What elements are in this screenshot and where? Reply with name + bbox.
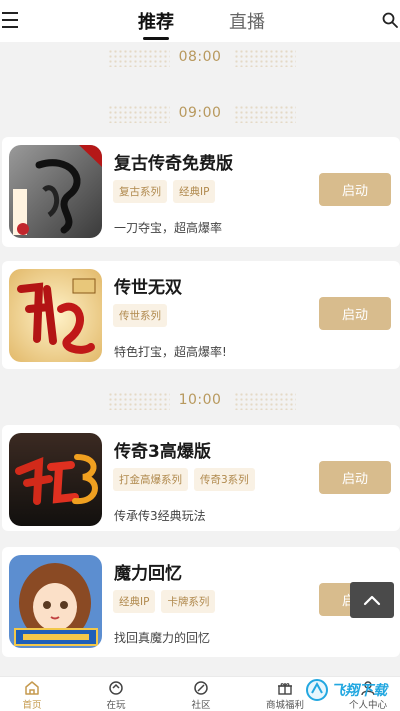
game-card[interactable]: 复古传奇免费版 复古系列 经典IP 一刀夺宝，超高爆率 启动 — [2, 137, 400, 247]
nav-label: 在玩 — [106, 700, 126, 711]
search-icon[interactable] — [382, 12, 398, 28]
tag-list: 复古系列 经典IP — [113, 180, 216, 203]
game-tag: 卡牌系列 — [161, 590, 216, 613]
game-title: 传世无双 — [114, 278, 182, 298]
time-label: 08:00 — [178, 49, 222, 65]
anime-girl-game-icon[interactable] — [9, 555, 102, 648]
dots-decoration — [234, 105, 296, 123]
game-title: 魔力回忆 — [114, 564, 182, 584]
time-divider: 09:00 — [0, 99, 400, 129]
time-divider: 10:00 — [0, 386, 400, 416]
tab-active-indicator — [143, 37, 169, 40]
game-description: 找回真魔力的回忆 — [114, 631, 211, 645]
game-card[interactable]: 传奇3高爆版 打金高爆系列 传奇3系列 传承传3经典玩法 启动 — [2, 425, 400, 531]
time-label: 09:00 — [178, 105, 222, 121]
watermark-icon — [306, 679, 328, 701]
top-header: 推荐 直播 — [0, 0, 400, 42]
chevron-up-icon — [363, 595, 381, 606]
time-label: 10:00 — [178, 392, 222, 408]
nav-community[interactable]: 社区 — [171, 680, 231, 711]
watermark-text: 飞翔下载 — [331, 683, 387, 699]
game-tag: 复古系列 — [113, 180, 167, 203]
dragon-game-icon[interactable] — [9, 145, 102, 238]
game-tag: 传奇3系列 — [194, 468, 255, 491]
tag-list: 打金高爆系列 传奇3系列 — [113, 468, 255, 491]
game-description: 特色打宝，超高爆率! — [114, 345, 227, 359]
game-title: 传奇3高爆版 — [114, 442, 211, 462]
game-card[interactable]: 魔力回忆 经典IP 卡牌系列 找回真魔力的回忆 启动 — [2, 547, 400, 657]
game-card[interactable]: 传世无双 传世系列 特色打宝，超高爆率! 启动 — [2, 261, 400, 369]
chuanshi-game-icon[interactable] — [9, 269, 102, 362]
launch-button[interactable]: 启动 — [319, 297, 391, 330]
launch-button[interactable]: 启动 — [319, 173, 391, 206]
game-title: 复古传奇免费版 — [114, 154, 233, 174]
launch-button[interactable]: 启动 — [319, 461, 391, 494]
tag-list: 传世系列 — [113, 304, 167, 327]
dots-decoration — [234, 392, 296, 410]
game-tag: 经典IP — [173, 180, 216, 203]
nav-home[interactable]: 首页 — [2, 680, 62, 711]
time-divider: 08:00 — [0, 43, 400, 73]
back-to-top-button[interactable] — [350, 582, 394, 618]
tab-live[interactable]: 直播 — [229, 8, 265, 34]
game-description: 一刀夺宝，超高爆率 — [114, 221, 223, 235]
playing-icon — [109, 681, 123, 695]
gift-icon — [278, 683, 292, 695]
community-icon — [194, 681, 208, 695]
nav-playing[interactable]: 在玩 — [86, 680, 146, 711]
game-tag: 传世系列 — [113, 304, 167, 327]
nav-label: 首页 — [22, 700, 42, 711]
home-icon — [25, 681, 39, 695]
tab-recommend[interactable]: 推荐 — [138, 8, 174, 34]
watermark-logo: 飞翔下载 — [306, 677, 396, 703]
chuanqi3-game-icon[interactable] — [9, 433, 102, 526]
dots-decoration — [234, 49, 296, 67]
game-tag: 打金高爆系列 — [113, 468, 188, 491]
menu-icon[interactable] — [2, 12, 20, 28]
game-description: 传承传3经典玩法 — [114, 509, 206, 523]
game-tag: 经典IP — [113, 590, 156, 613]
tag-list: 经典IP 卡牌系列 — [113, 590, 216, 613]
nav-label: 社区 — [191, 700, 211, 711]
